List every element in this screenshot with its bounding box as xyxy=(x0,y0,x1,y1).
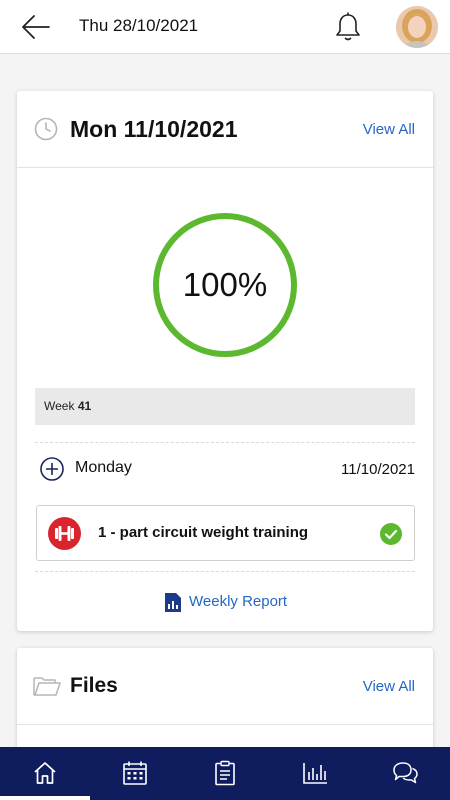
chat-icon xyxy=(393,762,418,784)
clipboard-icon xyxy=(215,760,235,786)
home-icon xyxy=(34,762,56,784)
activity-label: 1 - part circuit weight training xyxy=(98,524,309,541)
nav-clipboard[interactable] xyxy=(180,747,270,800)
add-circle-icon[interactable] xyxy=(40,457,64,481)
files-card: Files View All xyxy=(17,648,433,758)
bell-icon[interactable] xyxy=(333,11,363,43)
day-name: Monday xyxy=(75,459,132,476)
week-bar: Week 41 xyxy=(35,388,415,425)
dumbbell-icon xyxy=(48,517,81,550)
files-title: Files xyxy=(70,674,118,697)
view-all-link[interactable]: View All xyxy=(363,121,415,138)
nav-home[interactable] xyxy=(0,747,90,800)
user-avatar[interactable] xyxy=(396,6,438,48)
card-header: Files View All xyxy=(17,648,433,725)
calendar-icon xyxy=(123,761,147,785)
card-title: Mon 11/10/2021 xyxy=(70,116,238,142)
page-title: Thu 28/10/2021 xyxy=(79,16,199,35)
progress-ring: 100% xyxy=(152,212,298,358)
activity-item[interactable]: 1 - part circuit weight training xyxy=(36,505,415,561)
nav-chat[interactable] xyxy=(360,747,450,800)
folder-icon xyxy=(33,675,61,697)
day-date: 11/10/2021 xyxy=(341,461,415,478)
check-circle-icon xyxy=(380,523,402,545)
card-header: Mon 11/10/2021 View All xyxy=(17,91,433,168)
nav-statistics[interactable] xyxy=(270,747,360,800)
clock-icon xyxy=(34,117,58,141)
divider xyxy=(35,571,415,572)
nav-active-indicator xyxy=(0,796,90,800)
view-all-link[interactable]: View All xyxy=(363,678,415,695)
bar-chart-icon xyxy=(303,763,327,784)
daily-summary-card: Mon 11/10/2021 View All 100% Week 41 Mon… xyxy=(17,91,433,631)
bottom-nav xyxy=(0,747,450,800)
progress-percent: 100% xyxy=(182,266,268,303)
arrow-left-icon[interactable] xyxy=(20,12,52,42)
nav-calendar[interactable] xyxy=(90,747,180,800)
report-icon xyxy=(165,593,181,612)
weekly-report-label: Weekly Report xyxy=(189,593,288,610)
top-bar: Thu 28/10/2021 xyxy=(0,0,450,54)
divider xyxy=(35,442,415,443)
week-number: 41 xyxy=(77,399,92,413)
week-prefix: Week xyxy=(44,399,75,413)
